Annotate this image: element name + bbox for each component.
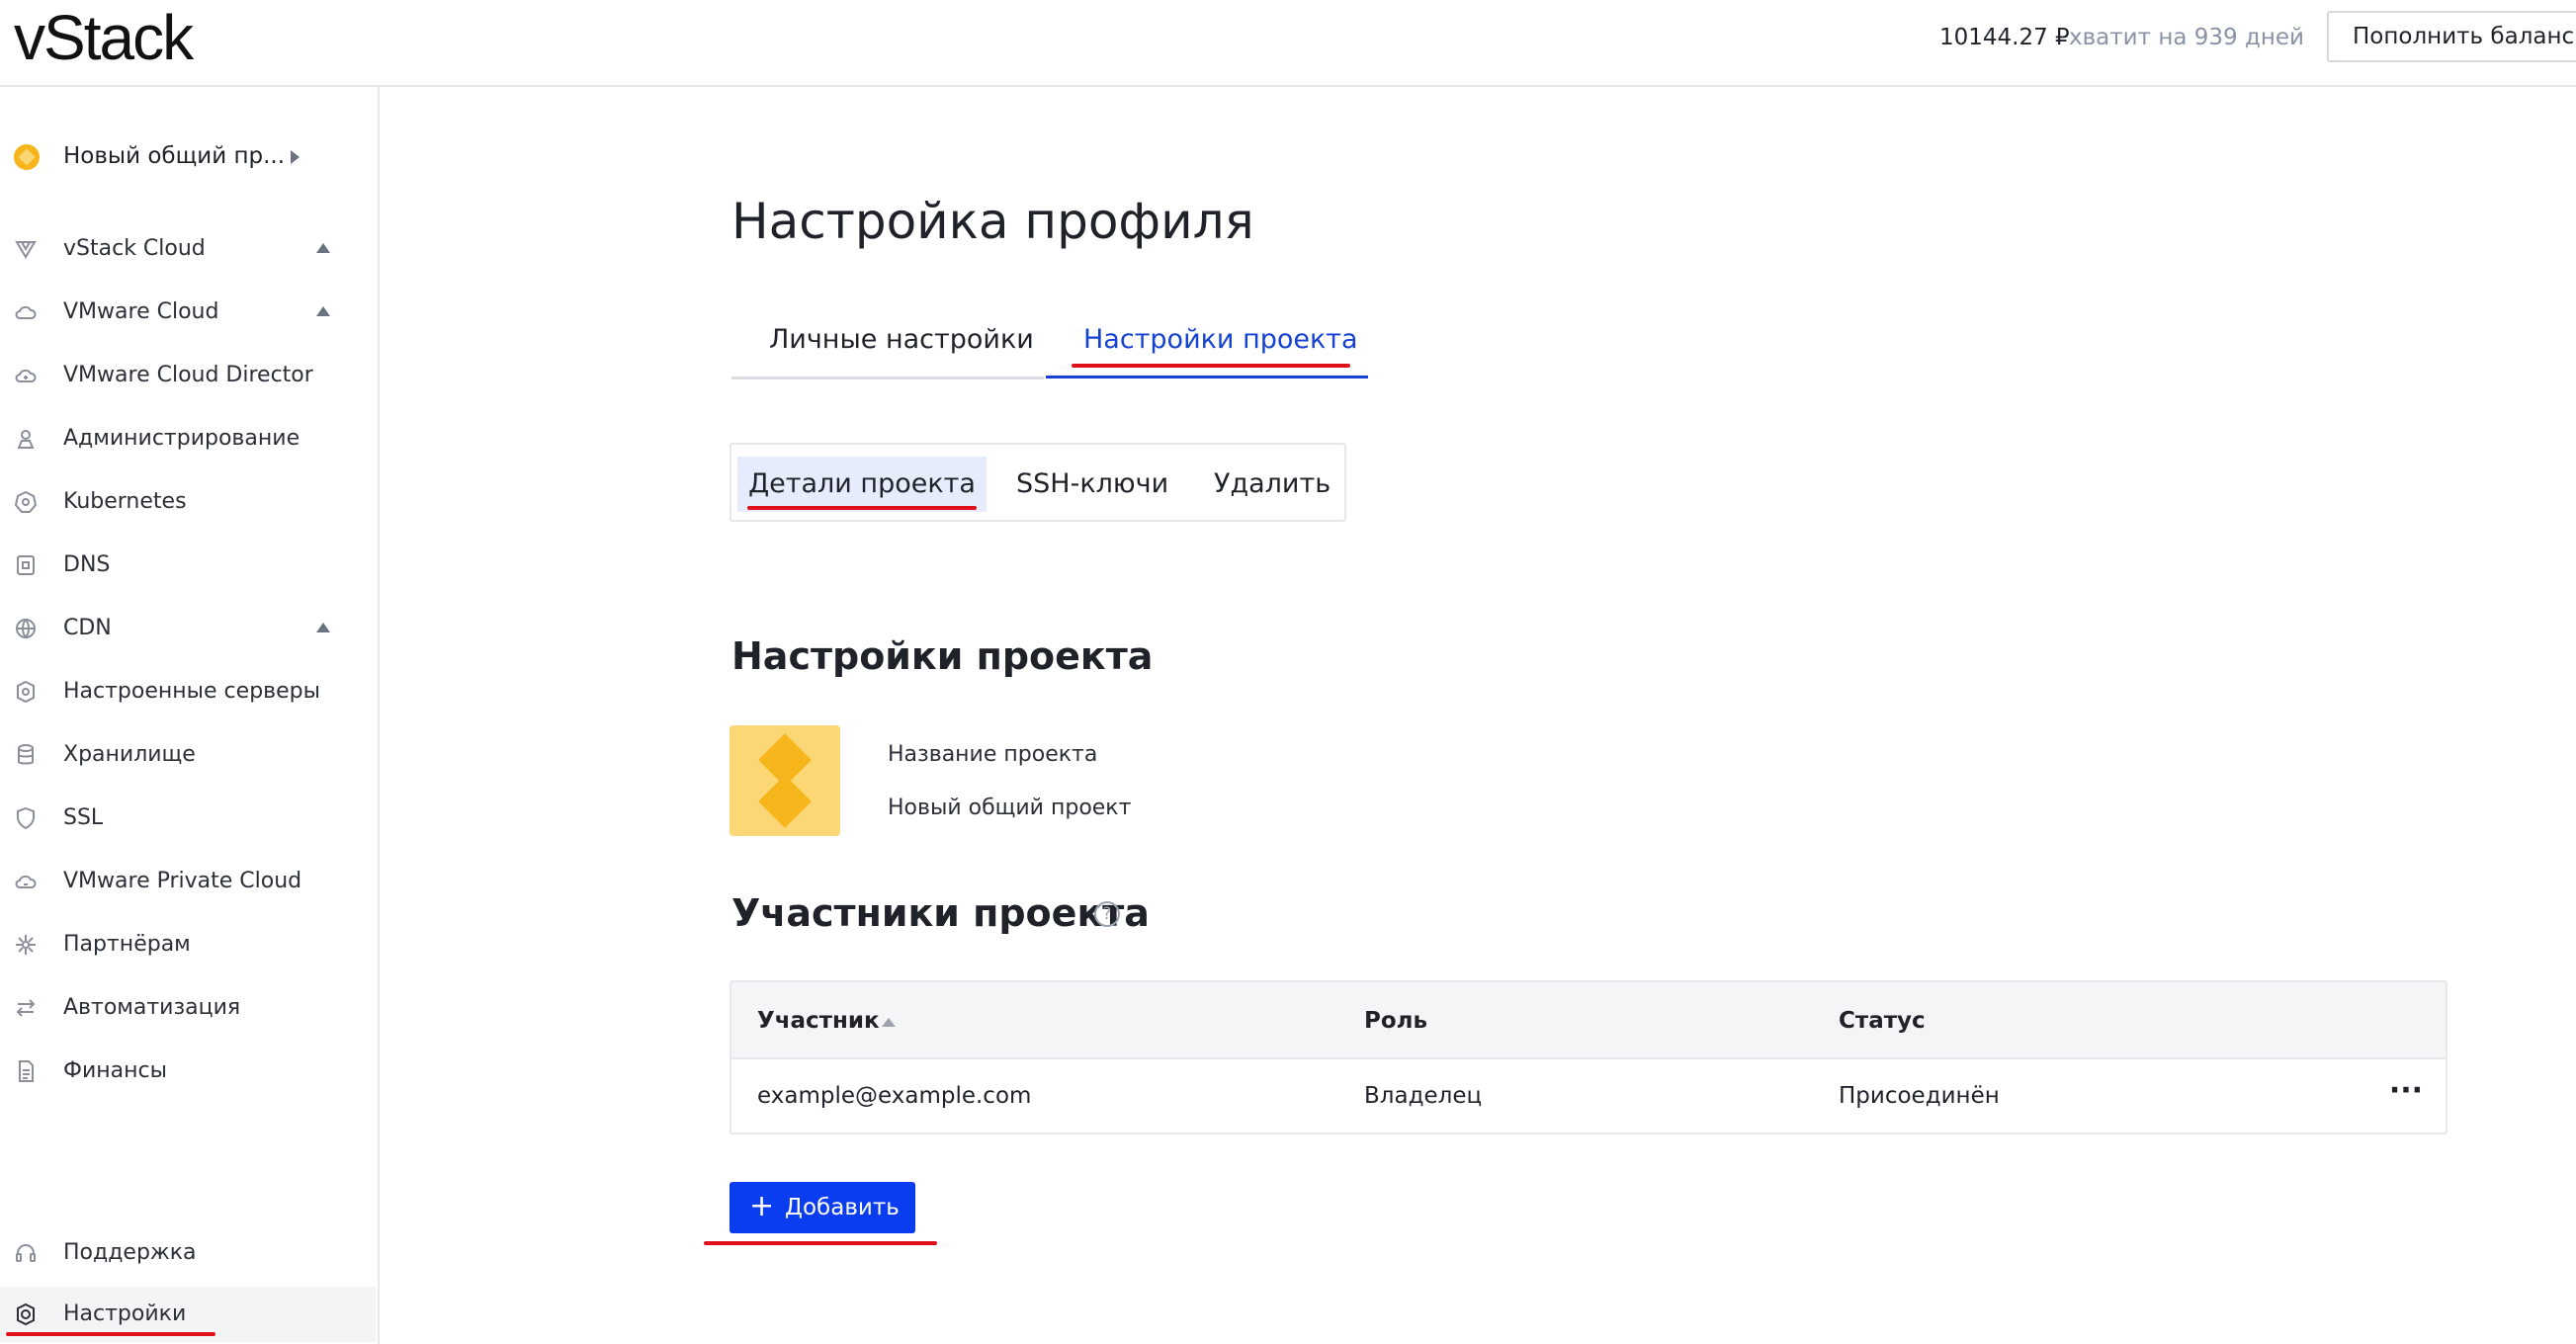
tab-personal-settings[interactable]: Личные настройки xyxy=(769,320,1034,360)
subtab-ssh-keys[interactable]: SSH-ключи xyxy=(1016,457,1168,512)
column-header-member[interactable]: Участник xyxy=(757,1004,880,1038)
avatar-diamond xyxy=(758,775,812,828)
arrows-icon xyxy=(16,999,36,1017)
sidebar-item-label: vStack Cloud xyxy=(63,236,206,261)
topup-balance-button[interactable]: Пополнить баланс xyxy=(2327,11,2576,62)
project-settings-heading: Настройки проекта xyxy=(731,634,1154,678)
plus-icon: + xyxy=(749,1189,775,1223)
document-icon xyxy=(19,1060,34,1082)
sidebar-item-vmware-cloud[interactable]: VMware Cloud xyxy=(0,285,376,340)
sort-asc-icon[interactable] xyxy=(882,1018,896,1027)
admin-icon xyxy=(17,430,35,449)
caret-up-icon xyxy=(316,306,330,316)
balance-amount: 10144.27 ₽ xyxy=(1939,25,2070,50)
project-dot-icon xyxy=(14,144,40,170)
sidebar-item-ssl[interactable]: SSL xyxy=(0,791,376,846)
sidebar-item-vstack-cloud[interactable]: vStack Cloud xyxy=(0,221,376,277)
members-heading: Участники проекта xyxy=(731,891,1150,935)
member-status: Присоединён xyxy=(1839,1083,2000,1109)
gear-server-icon xyxy=(17,680,35,704)
sidebar-item-configured-servers[interactable]: Настроенные серверы xyxy=(0,664,376,719)
profile-tabs: Личные настройки Настройки проекта xyxy=(731,308,1368,381)
sidebar-item-label: VMware Cloud Director xyxy=(63,363,313,387)
more-options-icon[interactable]: ··· xyxy=(2384,1073,2428,1117)
page-title: Настройка профиля xyxy=(731,193,1254,250)
sidebar-item-label: VMware Private Cloud xyxy=(63,869,302,893)
project-subtabs: Детали проекта SSH-ключи Удалить xyxy=(730,443,1346,522)
sidebar: Новый общий пр... vStack Cloud VMware Cl… xyxy=(0,87,380,1344)
column-header-status: Статус xyxy=(1839,1008,1926,1034)
sidebar-item-partners[interactable]: Партнёрам xyxy=(0,917,376,972)
cloud-icon xyxy=(15,305,37,319)
sidebar-item-label: Хранилище xyxy=(63,742,196,767)
sidebar-item-kubernetes[interactable]: Kubernetes xyxy=(0,474,376,530)
project-selector-label: Новый общий пр... xyxy=(63,143,286,169)
tabs-divider xyxy=(731,377,1044,379)
sidebar-item-label: Партнёрам xyxy=(63,932,191,957)
sidebar-item-label: Настроенные серверы xyxy=(63,679,320,704)
sidebar-item-label: VMware Cloud xyxy=(63,299,219,324)
vstack-logo[interactable]: vStack xyxy=(14,2,194,73)
sidebar-item-label: Kubernetes xyxy=(63,489,187,514)
table-header: Участник Роль Статус xyxy=(731,982,2446,1059)
member-role: Владелец xyxy=(1364,1083,1483,1109)
member-email: example@example.com xyxy=(757,1083,1032,1109)
vstack-icon xyxy=(15,241,37,259)
sidebar-item-label: DNS xyxy=(63,552,111,577)
annotation-underline-project-tab xyxy=(1072,364,1350,368)
sidebar-item-dns[interactable]: DNS xyxy=(0,538,376,593)
sidebar-item-administration[interactable]: Администрирование xyxy=(0,411,376,466)
annotation-underline-add xyxy=(704,1241,937,1245)
private-cloud-icon xyxy=(15,875,37,888)
caret-up-icon xyxy=(316,243,330,253)
tab-active-indicator xyxy=(1046,376,1368,378)
sidebar-item-automation[interactable]: Автоматизация xyxy=(0,980,376,1036)
column-header-role: Роль xyxy=(1364,1008,1428,1034)
sidebar-item-label: Администрирование xyxy=(63,426,301,451)
sidebar-item-vmware-cloud-director[interactable]: VMware Cloud Director xyxy=(0,348,376,403)
gear-icon xyxy=(17,1302,35,1326)
sidebar-item-label: CDN xyxy=(63,616,112,640)
help-icon[interactable]: ? xyxy=(1094,901,1120,927)
caret-right-icon xyxy=(291,150,300,164)
balance-days-left: хватит на 939 дней xyxy=(2069,25,2305,50)
project-name-label: Название проекта xyxy=(888,742,1098,767)
sidebar-item-label: SSL xyxy=(63,805,104,830)
sidebar-item-finance[interactable]: Финансы xyxy=(0,1044,376,1099)
database-icon xyxy=(18,744,34,765)
project-name-value: Новый общий проект xyxy=(888,796,1132,820)
add-button-label: Добавить xyxy=(785,1195,900,1220)
headset-icon xyxy=(16,1244,36,1262)
table-row: example@example.com Владелец Присоединён… xyxy=(731,1059,2446,1134)
dns-icon xyxy=(17,555,35,575)
sidebar-item-label: Поддержка xyxy=(63,1240,197,1265)
project-selector[interactable]: Новый общий пр... xyxy=(14,136,370,176)
partners-icon xyxy=(16,935,36,955)
caret-up-icon xyxy=(316,623,330,632)
sidebar-item-cdn[interactable]: CDN xyxy=(0,601,376,656)
sidebar-item-vmware-private-cloud[interactable]: VMware Private Cloud xyxy=(0,854,376,909)
tab-project-settings[interactable]: Настройки проекта xyxy=(1083,320,1358,360)
top-header: vStack 10144.27 ₽ хватит на 939 дней Поп… xyxy=(0,0,2576,87)
subtab-project-details[interactable]: Детали проекта xyxy=(737,457,987,512)
sidebar-item-support[interactable]: Поддержка xyxy=(0,1225,376,1281)
sidebar-item-label: Финансы xyxy=(63,1058,167,1083)
page: vStack 10144.27 ₽ хватит на 939 дней Поп… xyxy=(0,0,2576,1344)
cloud-director-icon xyxy=(15,369,37,382)
sidebar-item-storage[interactable]: Хранилище xyxy=(0,727,376,783)
project-avatar[interactable] xyxy=(730,725,840,836)
add-member-button[interactable]: + Добавить xyxy=(730,1182,915,1233)
members-table: Участник Роль Статус example@example.com… xyxy=(730,980,2447,1134)
annotation-underline-details xyxy=(747,506,977,510)
globe-icon xyxy=(16,619,36,639)
shield-icon xyxy=(17,806,35,830)
subtab-delete[interactable]: Удалить xyxy=(1214,457,1331,512)
annotation-underline-settings xyxy=(6,1332,215,1336)
sidebar-item-label: Автоматизация xyxy=(63,995,241,1020)
sidebar-item-label: Настройки xyxy=(63,1302,187,1326)
kubernetes-icon xyxy=(14,490,38,513)
